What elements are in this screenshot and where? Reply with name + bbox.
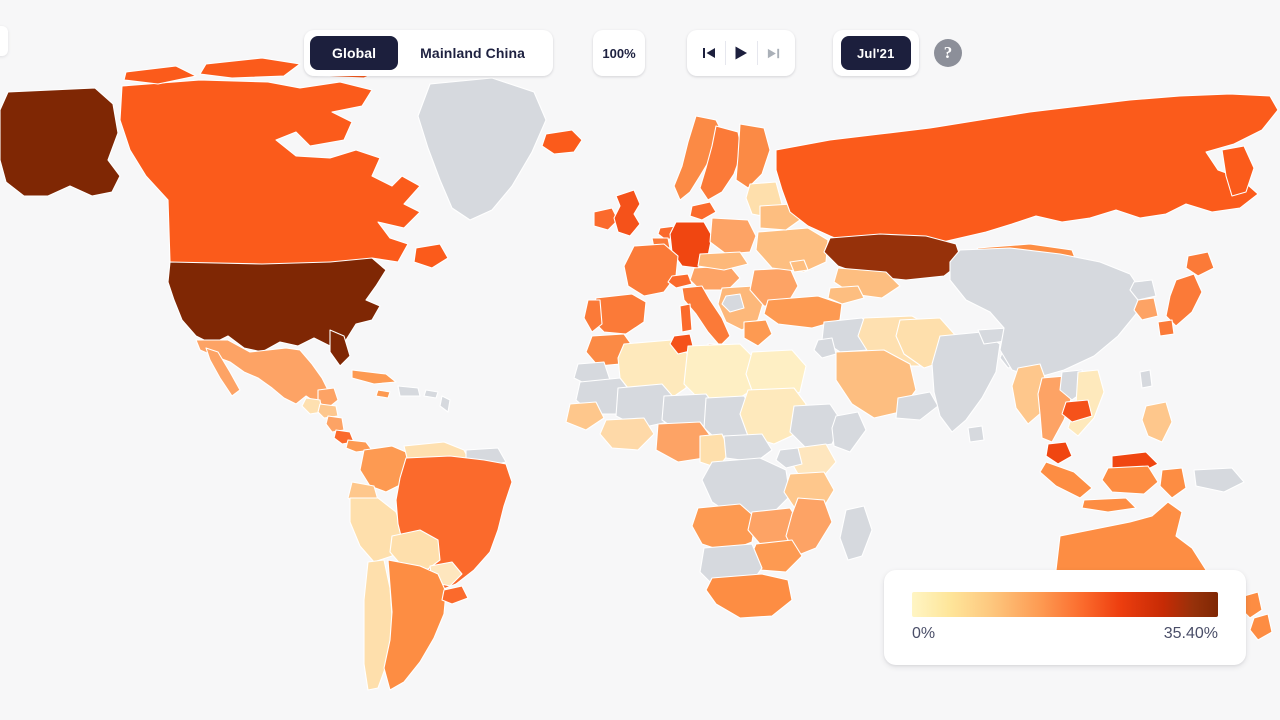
country-puerto-rico[interactable] [423,389,439,399]
legend-labels: 0% 35.40% [912,625,1218,643]
country-taiwan[interactable] [1139,369,1153,389]
country-indonesia-borneo[interactable] [1101,465,1159,495]
current-date-badge[interactable]: Jul'21 [841,36,911,70]
skip-back-icon [701,45,717,61]
app-root: Global Mainland China 100% Jul'21 ? 0% 3… [0,0,1280,720]
country-jamaica[interactable] [375,389,391,399]
country-alaska[interactable] [0,87,121,197]
legend-gradient-bar [912,592,1218,617]
skip-to-start-button[interactable] [693,30,725,76]
scope-toggle-mainland-china[interactable]: Mainland China [398,36,547,70]
timeline-date-card[interactable]: Jul'21 [833,30,919,76]
color-scale-legend: 0% 35.40% [884,570,1246,665]
scope-toggle-global[interactable]: Global [310,36,399,70]
timeline-transport-controls[interactable] [687,30,795,76]
country-sardinia-corsica[interactable] [679,303,693,333]
country-sri-lanka[interactable] [967,425,985,443]
scope-toggle[interactable]: Global Mainland China [304,30,554,76]
country-japan-kyushu[interactable] [1157,319,1175,337]
country-moldova[interactable] [789,259,809,273]
play-button[interactable] [725,30,757,76]
skip-forward-icon [766,46,781,61]
zoom-level-indicator[interactable]: 100% [593,30,645,76]
skip-to-end-button[interactable] [757,30,789,76]
play-icon [732,44,750,62]
help-icon[interactable]: ? [934,39,962,67]
legend-min-label: 0% [912,625,936,642]
legend-max-label: 35.40% [1163,625,1218,642]
country-hispaniola[interactable] [397,385,421,397]
